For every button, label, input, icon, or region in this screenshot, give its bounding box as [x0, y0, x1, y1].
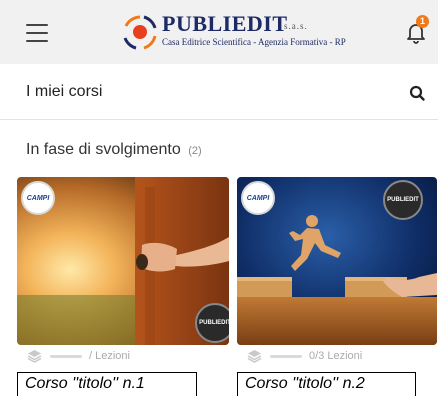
campi-badge: CAMPI [241, 181, 275, 215]
section-title: In fase di svolgimento (2) [26, 141, 202, 159]
section-title-text: In fase di svolgimento [26, 141, 181, 158]
lessons-count: 0/3 Lezioni [309, 350, 363, 362]
lessons-progress-bar [270, 354, 302, 358]
layers-icon [247, 350, 262, 363]
course-image[interactable]: CAMPI PUBLIEDIT [17, 177, 229, 345]
course-title[interactable]: Corso ''titolo'' n.2 [237, 372, 416, 396]
section-count: (2) [188, 145, 202, 157]
publiedit-badge: PUBLIEDIT [383, 180, 423, 220]
hamburger-menu-icon[interactable] [26, 24, 48, 42]
logo-title: PUBLIEDIT [162, 11, 288, 36]
course-card-1[interactable]: CAMPI PUBLIEDIT / Lezioni Corso ''titolo… [17, 177, 229, 396]
app-header: PUBLIEDIT s.a.s. Casa Editrice Scientifi… [0, 0, 438, 64]
logo-suffix: s.a.s. [284, 21, 308, 31]
search-icon[interactable] [408, 84, 426, 102]
campi-badge: CAMPI [21, 181, 55, 215]
page-title: I miei corsi [26, 83, 103, 100]
logo-mark-icon [123, 15, 157, 50]
publiedit-badge: PUBLIEDIT [195, 303, 229, 343]
lessons-progress-bar [50, 354, 82, 358]
logo-subtitle: Casa Editrice Scientifica - Agenzia Form… [162, 37, 346, 47]
publiedit-logo[interactable]: PUBLIEDIT s.a.s. Casa Editrice Scientifi… [120, 10, 346, 54]
page-title-bar: I miei corsi [0, 64, 438, 120]
course-card-2[interactable]: CAMPI PUBLIEDIT 0/3 Lezioni Corso ''tito… [237, 177, 437, 396]
lessons-info: / Lezioni [27, 349, 130, 363]
course-image[interactable]: CAMPI PUBLIEDIT [237, 177, 437, 345]
course-title[interactable]: Corso ''titolo'' n.1 [17, 372, 197, 396]
lessons-count: / Lezioni [89, 350, 130, 362]
layers-icon [27, 350, 42, 363]
notification-badge[interactable]: 1 [416, 15, 429, 28]
lessons-info: 0/3 Lezioni [247, 349, 362, 363]
